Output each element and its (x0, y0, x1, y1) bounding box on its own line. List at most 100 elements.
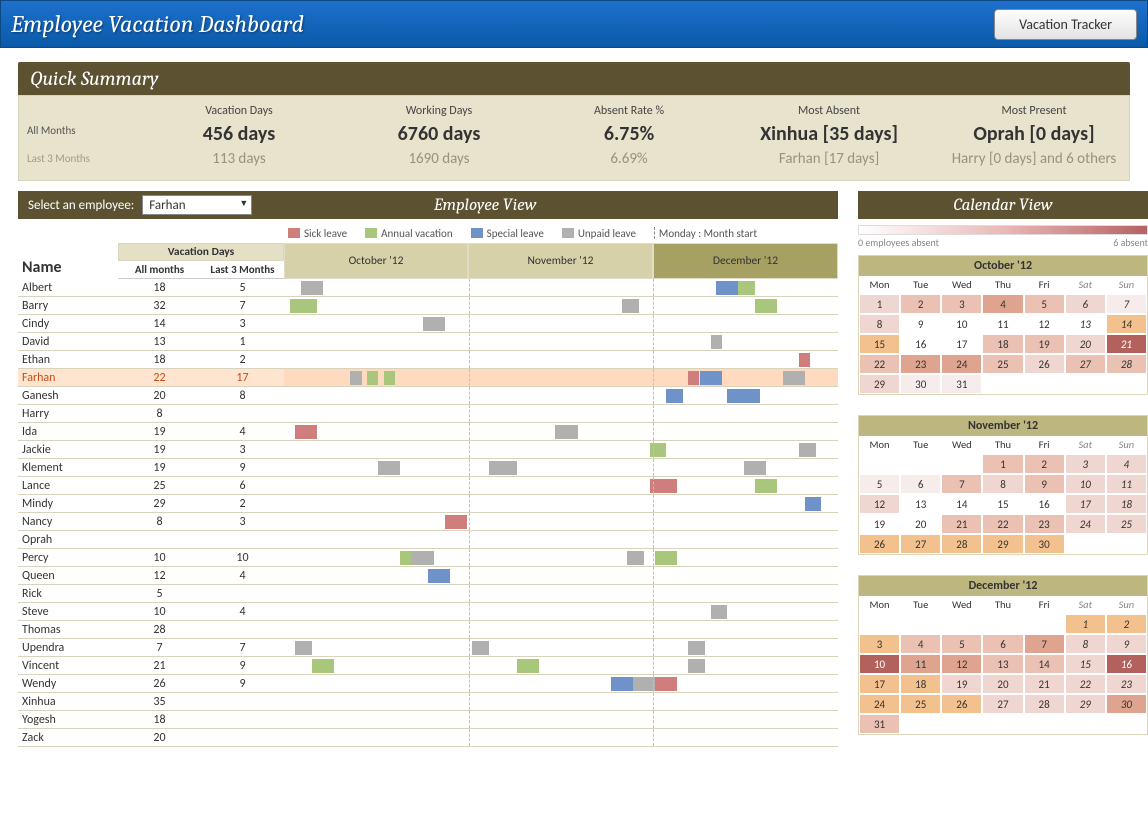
calendar-day[interactable]: 9 (900, 314, 941, 334)
vacation-tracker-button[interactable]: Vacation Tracker (994, 9, 1137, 40)
calendar-day[interactable]: 14 (1106, 314, 1147, 334)
calendar-day[interactable]: 21 (1106, 334, 1147, 354)
calendar-day[interactable]: 22 (1065, 674, 1106, 694)
calendar-day[interactable]: 15 (982, 494, 1023, 514)
calendar-day[interactable]: 31 (941, 374, 982, 394)
calendar-day[interactable]: 1 (859, 294, 900, 314)
calendar-day[interactable]: 4 (1106, 454, 1147, 474)
gantt-row[interactable]: Rick5 (18, 585, 838, 603)
gantt-row[interactable]: Oprah (18, 531, 838, 549)
gantt-row[interactable]: Zack20 (18, 729, 838, 747)
gantt-row[interactable]: Ethan182 (18, 351, 838, 369)
calendar-day[interactable]: 10 (859, 654, 900, 674)
calendar-day[interactable]: 5 (941, 634, 982, 654)
calendar-day[interactable]: 7 (941, 474, 982, 494)
calendar-day[interactable]: 8 (982, 474, 1023, 494)
calendar-day[interactable]: 1 (1065, 614, 1106, 634)
calendar-day[interactable]: 14 (941, 494, 982, 514)
calendar-day[interactable]: 29 (982, 534, 1023, 554)
calendar-day[interactable]: 12 (1024, 314, 1065, 334)
calendar-day[interactable]: 21 (1024, 674, 1065, 694)
calendar-day[interactable]: 15 (1065, 654, 1106, 674)
calendar-day[interactable]: 12 (941, 654, 982, 674)
calendar-day[interactable]: 21 (941, 514, 982, 534)
calendar-day[interactable]: 5 (1024, 294, 1065, 314)
calendar-day[interactable]: 22 (982, 514, 1023, 534)
calendar-day[interactable]: 2 (900, 294, 941, 314)
calendar-day[interactable]: 2 (1024, 454, 1065, 474)
calendar-day[interactable]: 26 (941, 694, 982, 714)
calendar-day[interactable]: 13 (900, 494, 941, 514)
calendar-day[interactable]: 28 (1024, 694, 1065, 714)
calendar-day[interactable]: 2 (1106, 614, 1147, 634)
calendar-day[interactable]: 25 (900, 694, 941, 714)
gantt-row[interactable]: Lance256 (18, 477, 838, 495)
calendar-day[interactable]: 29 (1065, 694, 1106, 714)
calendar-day[interactable]: 11 (1106, 474, 1147, 494)
calendar-day[interactable]: 17 (1065, 494, 1106, 514)
calendar-day[interactable]: 28 (941, 534, 982, 554)
calendar-day[interactable]: 24 (859, 694, 900, 714)
calendar-day[interactable]: 11 (900, 654, 941, 674)
calendar-day[interactable]: 24 (1065, 514, 1106, 534)
calendar-day[interactable]: 19 (941, 674, 982, 694)
calendar-day[interactable]: 29 (859, 374, 900, 394)
gantt-row[interactable]: Thomas28 (18, 621, 838, 639)
calendar-day[interactable]: 25 (1106, 514, 1147, 534)
gantt-row[interactable]: Upendra77 (18, 639, 838, 657)
calendar-day[interactable]: 23 (1024, 514, 1065, 534)
calendar-day[interactable]: 28 (1106, 354, 1147, 374)
gantt-row[interactable]: Wendy269 (18, 675, 838, 693)
calendar-day[interactable]: 12 (859, 494, 900, 514)
calendar-day[interactable]: 1 (982, 454, 1023, 474)
calendar-day[interactable]: 6 (982, 634, 1023, 654)
calendar-day[interactable]: 30 (1106, 694, 1147, 714)
calendar-day[interactable]: 3 (1065, 454, 1106, 474)
gantt-row[interactable]: Albert185 (18, 279, 838, 297)
calendar-day[interactable]: 7 (1106, 294, 1147, 314)
gantt-row[interactable]: Mindy292 (18, 495, 838, 513)
calendar-day[interactable]: 13 (1065, 314, 1106, 334)
calendar-day[interactable]: 25 (982, 354, 1023, 374)
calendar-day[interactable]: 9 (1024, 474, 1065, 494)
calendar-day[interactable]: 26 (859, 534, 900, 554)
calendar-day[interactable]: 18 (1106, 494, 1147, 514)
gantt-row[interactable]: Klement199 (18, 459, 838, 477)
calendar-day[interactable]: 6 (900, 474, 941, 494)
calendar-day[interactable]: 19 (1024, 334, 1065, 354)
calendar-day[interactable]: 20 (900, 514, 941, 534)
calendar-day[interactable]: 8 (859, 314, 900, 334)
gantt-row[interactable]: Harry8 (18, 405, 838, 423)
calendar-day[interactable]: 17 (859, 674, 900, 694)
calendar-day[interactable]: 27 (982, 694, 1023, 714)
calendar-day[interactable]: 17 (941, 334, 982, 354)
calendar-day[interactable]: 20 (1065, 334, 1106, 354)
calendar-day[interactable]: 8 (1065, 634, 1106, 654)
calendar-day[interactable]: 3 (859, 634, 900, 654)
calendar-day[interactable]: 7 (1024, 634, 1065, 654)
calendar-day[interactable]: 20 (982, 674, 1023, 694)
calendar-day[interactable]: 11 (982, 314, 1023, 334)
calendar-day[interactable]: 16 (1024, 494, 1065, 514)
calendar-day[interactable]: 9 (1106, 634, 1147, 654)
calendar-day[interactable]: 24 (941, 354, 982, 374)
calendar-day[interactable]: 5 (859, 474, 900, 494)
calendar-day[interactable]: 30 (900, 374, 941, 394)
gantt-row[interactable]: Queen124 (18, 567, 838, 585)
calendar-day[interactable]: 23 (1106, 674, 1147, 694)
calendar-day[interactable]: 10 (941, 314, 982, 334)
gantt-row[interactable]: Nancy83 (18, 513, 838, 531)
calendar-day[interactable]: 4 (982, 294, 1023, 314)
calendar-day[interactable]: 18 (900, 674, 941, 694)
calendar-day[interactable]: 6 (1065, 294, 1106, 314)
gantt-row[interactable]: Percy1010 (18, 549, 838, 567)
calendar-day[interactable]: 22 (859, 354, 900, 374)
gantt-row[interactable]: Yogesh18 (18, 711, 838, 729)
gantt-row[interactable]: Vincent219 (18, 657, 838, 675)
calendar-day[interactable]: 30 (1024, 534, 1065, 554)
calendar-day[interactable]: 19 (859, 514, 900, 534)
gantt-row[interactable]: Cindy143 (18, 315, 838, 333)
calendar-day[interactable]: 31 (859, 714, 900, 734)
gantt-row[interactable]: Barry327 (18, 297, 838, 315)
gantt-row[interactable]: Farhan2217 (18, 369, 838, 387)
